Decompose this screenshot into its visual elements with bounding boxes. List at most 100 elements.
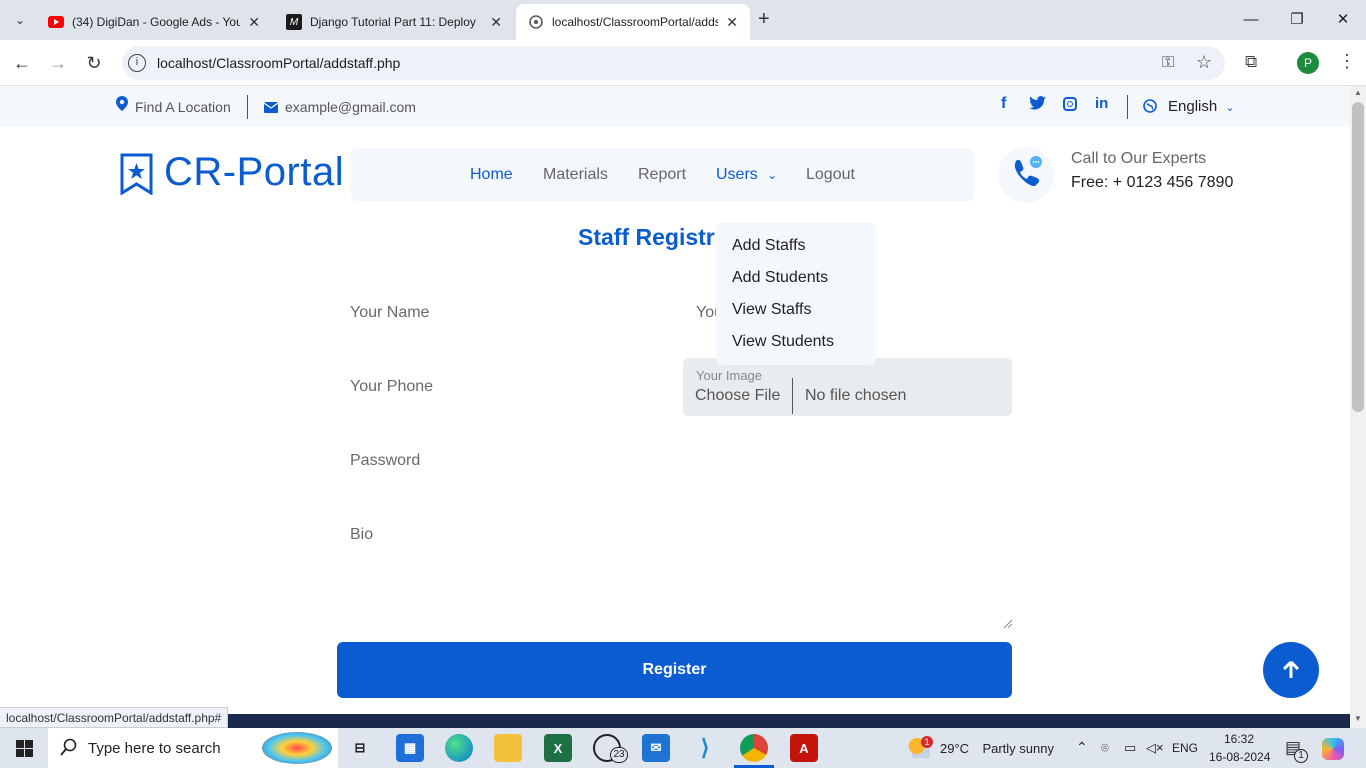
scrollbar-thumb[interactable] — [1352, 102, 1364, 412]
task-view-icon[interactable]: ⊟ — [346, 734, 374, 762]
browser-tab-youtube[interactable]: (34) DigiDan - Google Ads - You ✕ — [36, 4, 272, 40]
email-link[interactable]: example@gmail.com — [285, 99, 416, 115]
url-text[interactable]: localhost/ClassroomPortal/addstaff.php — [157, 55, 400, 71]
extensions-icon[interactable]: ⧉ — [1245, 52, 1257, 72]
tab-title: localhost/ClassroomPortal/adds — [552, 15, 719, 29]
menu-item-view-staffs[interactable]: View Staffs — [732, 301, 811, 319]
search-highlight-icon — [262, 732, 332, 764]
site-info-icon[interactable]: i — [128, 54, 146, 72]
file-divider — [792, 378, 793, 414]
menu-kebab-icon[interactable]: ⋮ — [1338, 51, 1356, 72]
back-icon[interactable]: ← — [10, 51, 34, 75]
whatsapp-badge: 23 — [610, 747, 628, 763]
tab-title: Django Tutorial Part 11: Deploy — [310, 15, 476, 29]
mdn-icon: M — [286, 14, 302, 30]
excel-icon[interactable]: X — [544, 734, 572, 762]
menu-item-view-students[interactable]: View Students — [732, 333, 834, 351]
notification-count: 1 — [1294, 749, 1308, 763]
tab-title: (34) DigiDan - Google Ads - You — [72, 15, 241, 29]
search-icon — [60, 738, 78, 761]
meet-now-icon[interactable]: ⌾ — [1101, 740, 1109, 756]
back-to-top-button[interactable] — [1263, 642, 1319, 698]
youtube-icon — [48, 14, 64, 30]
edge-icon[interactable] — [445, 734, 473, 762]
form-title: Staff Registr — [578, 224, 715, 250]
nav-home[interactable]: Home — [470, 166, 513, 184]
input-language[interactable]: ENG — [1172, 741, 1198, 755]
chevron-down-icon: ⌄ — [767, 168, 778, 182]
restore-icon[interactable]: ❐ — [1274, 6, 1320, 34]
copilot-icon[interactable] — [1322, 738, 1344, 760]
close-window-icon[interactable]: ✕ — [1320, 6, 1366, 34]
phone-input[interactable]: Your Phone — [350, 378, 670, 396]
password-input[interactable]: Password — [350, 452, 670, 470]
name-input[interactable]: Your Name — [350, 304, 670, 322]
windows-start-icon[interactable] — [16, 740, 33, 762]
weather-text[interactable]: Partly sunny — [978, 741, 1054, 756]
mail-icon[interactable]: ✉ — [642, 734, 670, 762]
scroll-up-icon[interactable]: ▲ — [1350, 88, 1366, 97]
search-placeholder: Type here to search — [88, 740, 221, 757]
weather-badge: 1 — [921, 736, 933, 748]
arrow-up-icon — [1283, 661, 1299, 678]
call-number[interactable]: Free: + 0123 456 7890 — [1071, 174, 1233, 192]
register-button[interactable]: Register — [337, 642, 1012, 698]
clock-date[interactable]: 16-08-2024 — [1209, 750, 1270, 764]
nav-users-label: Users — [716, 166, 758, 183]
chrome-icon[interactable] — [740, 734, 768, 762]
scroll-down-icon[interactable]: ▼ — [1350, 714, 1366, 723]
new-tab-icon[interactable]: + — [758, 8, 770, 31]
resize-grip-icon[interactable] — [1002, 615, 1013, 629]
site-logo[interactable]: CR-Portal — [164, 150, 344, 195]
envelope-icon — [263, 100, 279, 117]
file-explorer-icon[interactable] — [494, 734, 522, 762]
tab-search-button[interactable]: ⌄ — [10, 10, 30, 30]
chevron-down-icon: ⌄ — [1225, 102, 1235, 114]
nav-materials[interactable]: Materials — [543, 166, 608, 184]
facebook-icon[interactable]: f — [1001, 95, 1006, 113]
vscode-icon[interactable]: ⟩ — [691, 734, 719, 762]
nav-report[interactable]: Report — [638, 166, 686, 184]
linkedin-icon[interactable]: in — [1095, 95, 1108, 112]
divider — [1127, 95, 1128, 119]
microsoft-store-icon[interactable]: ▦ — [396, 734, 424, 762]
choose-file-button[interactable]: Choose File — [695, 387, 780, 405]
nav-users[interactable]: Users ⌄ — [716, 166, 777, 184]
email-input[interactable]: You — [696, 304, 716, 322]
file-status: No file chosen — [805, 387, 907, 404]
call-label: Call to Our Experts — [1071, 150, 1207, 167]
divider — [247, 95, 248, 119]
language-selector[interactable]: English ⌄ — [1168, 98, 1235, 115]
nav-logout[interactable]: Logout — [806, 166, 855, 184]
globe-icon — [1143, 99, 1157, 118]
forward-icon[interactable]: → — [46, 51, 70, 75]
profile-avatar[interactable]: P — [1297, 52, 1319, 74]
menu-item-add-staffs[interactable]: Add Staffs — [732, 237, 806, 255]
close-tab-icon[interactable]: ✕ — [248, 14, 260, 31]
bookmark-star-icon[interactable]: ☆ — [1196, 52, 1212, 73]
minimize-icon[interactable]: — — [1228, 6, 1274, 34]
chevron-up-icon[interactable]: ⌃ — [1076, 739, 1088, 756]
image-field-label: Your Image — [696, 368, 763, 383]
menu-item-add-students[interactable]: Add Students — [732, 269, 828, 287]
browser-tab-django[interactable]: M Django Tutorial Part 11: Deploy ✕ — [274, 4, 514, 40]
language-label: English — [1168, 98, 1218, 115]
bio-textarea[interactable] — [337, 512, 1012, 627]
status-bar-url: localhost/ClassroomPortal/addstaff.php# — [0, 707, 229, 728]
find-location-link[interactable]: Find A Location — [135, 99, 231, 115]
volume-muted-icon[interactable]: ◁× — [1146, 740, 1164, 756]
temperature[interactable]: 29°C — [940, 741, 969, 756]
clock-time[interactable]: 16:32 — [1224, 732, 1254, 746]
instagram-icon[interactable] — [1063, 97, 1077, 111]
close-tab-icon[interactable]: ✕ — [726, 14, 738, 31]
reload-icon[interactable]: ↻ — [82, 51, 106, 75]
password-key-icon[interactable]: ⚿ — [1162, 54, 1174, 72]
browser-tab-localhost[interactable]: localhost/ClassroomPortal/adds ✕ — [516, 4, 750, 40]
close-tab-icon[interactable]: ✕ — [490, 14, 502, 31]
phone-icon — [1009, 155, 1045, 196]
bio-placeholder: Bio — [350, 526, 374, 543]
location-pin-icon — [116, 96, 128, 115]
acrobat-icon[interactable]: A — [790, 734, 818, 762]
network-icon[interactable]: ▭ — [1124, 740, 1136, 756]
twitter-icon[interactable] — [1029, 96, 1046, 115]
